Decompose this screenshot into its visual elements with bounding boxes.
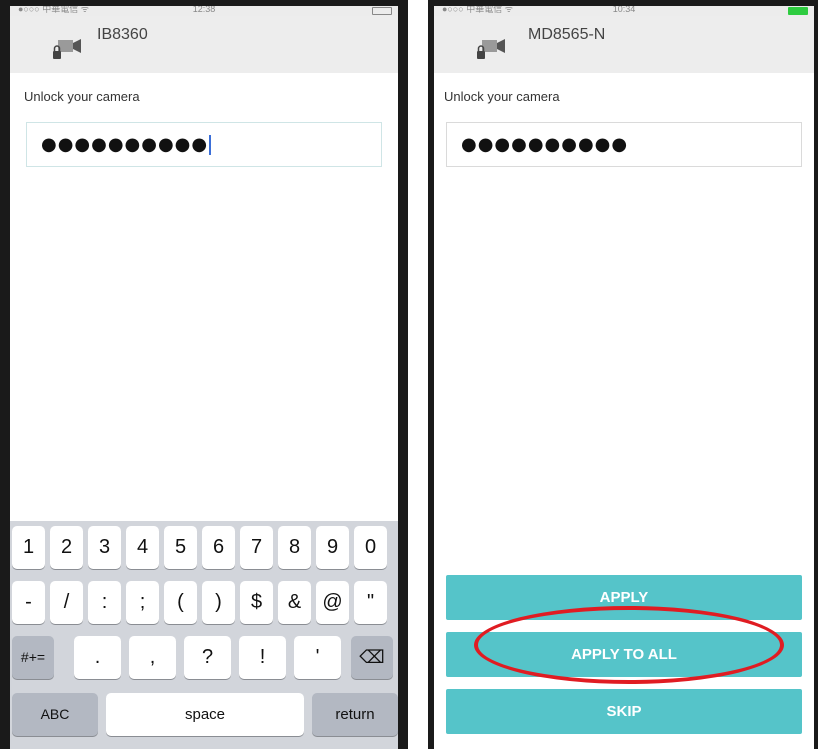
key-5[interactable]: 5 [164,526,197,569]
delete-key-icon[interactable]: ⌫ [351,636,393,679]
key-0[interactable]: 0 [354,526,387,569]
key-abc[interactable]: ABC [12,693,98,736]
key-6[interactable]: 6 [202,526,235,569]
password-value: ●●●●●●●●●● [41,134,212,155]
status-bar: ●○○○ 中華電信 ᯤ 12:38 [10,6,398,16]
key-2[interactable]: 2 [50,526,83,569]
password-input[interactable]: ●●●●●●●●●● [26,122,382,167]
key-at[interactable]: @ [316,581,349,624]
key-colon[interactable]: : [88,581,121,624]
battery-icon [788,7,808,15]
carrier-label: ●○○○ 中華電信 ᯤ [442,6,513,14]
key-ampersand[interactable]: & [278,581,311,624]
key-slash[interactable]: / [50,581,83,624]
battery-icon [372,7,392,15]
key-return[interactable]: return [312,693,398,736]
key-apostrophe[interactable]: ' [294,636,341,679]
unlock-prompt: Unlock your camera [444,89,560,104]
status-time: 12:38 [192,6,216,14]
text-caret [209,135,212,155]
password-mask: ●●●●●●●●●● [41,134,209,155]
skip-button[interactable]: SKIP [446,689,802,734]
apply-to-all-button[interactable]: APPLY TO ALL [446,632,802,677]
key-dollar[interactable]: $ [240,581,273,624]
carrier-label: ●○○○ 中華電信 ᯤ [18,6,89,14]
left-screen: ●○○○ 中華電信 ᯤ 12:38 IB8360 Unlock your cam… [10,6,398,749]
key-semicolon[interactable]: ; [126,581,159,624]
key-question[interactable]: ? [184,636,231,679]
key-exclamation[interactable]: ! [239,636,286,679]
left-phone-screenshot: ●○○○ 中華電信 ᯤ 12:38 IB8360 Unlock your cam… [0,0,408,749]
camera-name: IB8360 [97,26,148,43]
key-quote[interactable]: " [354,581,387,624]
key-open-paren[interactable]: ( [164,581,197,624]
key-dash[interactable]: - [12,581,45,624]
camera-header: MD8565-N [434,16,814,73]
key-more-symbols[interactable]: #+= [12,636,54,679]
right-phone-screenshot: ●○○○ 中華電信 ᯤ 10:34 MD8565-N Unlock your c… [428,0,818,749]
key-4[interactable]: 4 [126,526,159,569]
key-comma[interactable]: , [129,636,176,679]
key-close-paren[interactable]: ) [202,581,235,624]
status-bar: ●○○○ 中華電信 ᯤ 10:34 [434,6,814,16]
right-screen: ●○○○ 中華電信 ᯤ 10:34 MD8565-N Unlock your c… [434,6,814,749]
camera-lock-icon [477,39,505,59]
key-period[interactable]: . [74,636,121,679]
unlock-prompt: Unlock your camera [24,89,140,104]
key-9[interactable]: 9 [316,526,349,569]
numeric-keyboard: 1 2 3 4 5 6 7 8 9 0 - / : ; ( ) $ & @ " … [10,521,398,749]
apply-button[interactable]: APPLY [446,575,802,620]
camera-header: IB8360 [10,16,398,73]
camera-name: MD8565-N [528,26,606,43]
key-8[interactable]: 8 [278,526,311,569]
key-1[interactable]: 1 [12,526,45,569]
key-3[interactable]: 3 [88,526,121,569]
password-value: ●●●●●●●●●● [461,134,629,155]
key-7[interactable]: 7 [240,526,273,569]
status-time: 10:34 [612,6,636,14]
key-space[interactable]: space [106,693,304,736]
camera-lock-icon [53,39,81,59]
password-input[interactable]: ●●●●●●●●●● [446,122,802,167]
